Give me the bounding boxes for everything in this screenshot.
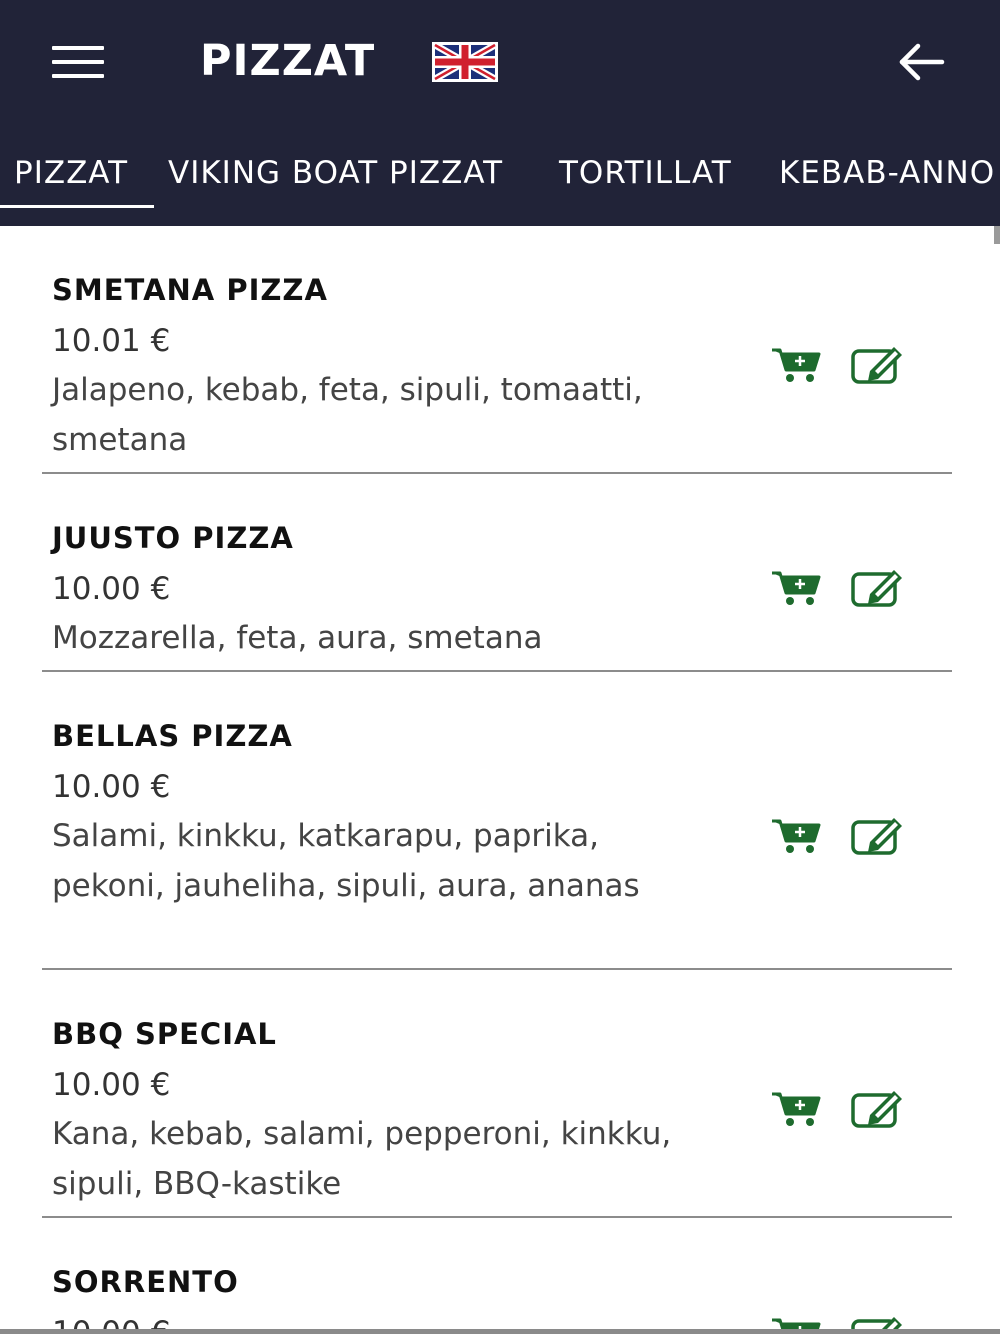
add-to-cart-icon[interactable] (770, 344, 822, 384)
item-name: JUUSTO PIZZA (52, 521, 294, 555)
edit-icon[interactable] (850, 566, 906, 608)
item-divider (42, 968, 952, 970)
add-to-cart-icon[interactable] (770, 1088, 822, 1128)
hamburger-menu-icon[interactable] (52, 46, 104, 78)
item-description: Salami, kinkku, katkarapu, paprika, peko… (52, 818, 640, 904)
item-price: 10.01 € (52, 323, 171, 359)
tab-viking-boat-pizzat[interactable]: VIKING BOAT PIZZAT (168, 150, 503, 210)
item-price: 10.00 € (52, 769, 171, 805)
scrollbar[interactable] (994, 226, 1000, 244)
uk-flag-icon[interactable] (432, 42, 498, 82)
item-price: 10.00 € (52, 571, 171, 607)
app-bar: PIZZAT PIZZAT VIKING BOAT PIZZAT TORTILL… (0, 0, 1000, 226)
list-item: SORRENTO 10.00 € (0, 1218, 1000, 1329)
edit-icon[interactable] (850, 343, 906, 385)
tab-pizzat[interactable]: PIZZAT (14, 150, 128, 210)
add-to-cart-icon[interactable] (770, 815, 822, 855)
tab-kebab-annokset[interactable]: KEBAB-ANNO (779, 150, 995, 210)
item-divider (42, 472, 952, 474)
edit-icon[interactable] (850, 814, 906, 856)
active-tab-indicator (0, 205, 154, 208)
item-description: Mozzarella, feta, aura, smetana (52, 620, 543, 656)
category-tabs: PIZZAT VIKING BOAT PIZZAT TORTILLAT KEBA… (0, 150, 1000, 210)
item-price: 10.00 € (52, 1312, 170, 1329)
item-description: Kana, kebab, salami, pepperoni, kinkku, … (52, 1116, 672, 1202)
item-name: BBQ SPECIAL (52, 1017, 277, 1051)
item-divider (42, 670, 952, 672)
item-description: Jalapeno, kebab, feta, sipuli, tomaatti,… (52, 372, 643, 458)
item-name: SMETANA PIZZA (52, 273, 328, 307)
add-to-cart-icon[interactable] (770, 1314, 822, 1329)
edit-icon[interactable] (850, 1313, 906, 1329)
tab-tortillat[interactable]: TORTILLAT (559, 150, 732, 210)
item-name: SORRENTO (52, 1265, 239, 1299)
item-price: 10.00 € (52, 1067, 171, 1103)
add-to-cart-icon[interactable] (770, 567, 822, 607)
bottom-edge (0, 1329, 1000, 1334)
page-title: PIZZAT (200, 36, 376, 86)
back-arrow-icon[interactable] (896, 40, 946, 84)
item-name: BELLAS PIZZA (52, 719, 293, 753)
edit-icon[interactable] (850, 1087, 906, 1129)
